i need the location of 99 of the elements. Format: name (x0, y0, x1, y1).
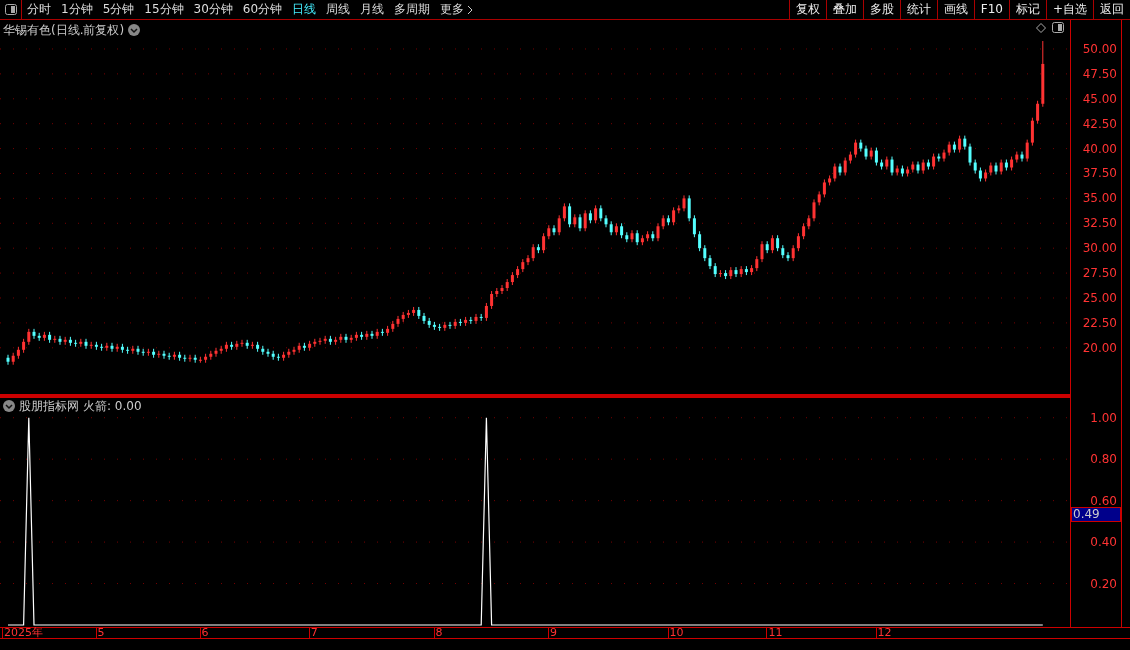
period-tab[interactable]: 60分钟 (237, 0, 288, 19)
candlestick (318, 337, 322, 346)
panel-toggle-icon[interactable] (4, 4, 17, 15)
chevron-down-icon[interactable] (128, 24, 141, 36)
period-tab[interactable]: 周线 (321, 0, 356, 19)
date-label: 11 (766, 627, 783, 639)
candlestick (240, 339, 244, 348)
indicator-axis-label: 0.40 (1090, 535, 1117, 550)
candlestick (84, 338, 88, 350)
candlestick (448, 321, 452, 330)
price-label: 42.50 (1082, 116, 1117, 131)
toolbar-button[interactable]: 返回 (1093, 0, 1130, 19)
toolbar-button[interactable]: 叠加 (825, 0, 863, 19)
candlestick (370, 330, 374, 340)
candlestick (968, 143, 972, 167)
candlestick (266, 348, 270, 358)
period-tab[interactable]: 分时 (22, 0, 56, 19)
price-label: 22.50 (1082, 315, 1117, 330)
indicator-axis-label: 0.60 (1090, 493, 1117, 508)
diamond-icon[interactable] (1036, 22, 1046, 33)
date-label: 8 (433, 627, 443, 639)
chevron-down-icon[interactable] (3, 400, 15, 412)
candlestick (698, 230, 702, 252)
candlestick (32, 328, 36, 340)
candlestick (542, 232, 546, 254)
candlestick (344, 333, 348, 344)
cursor-value: 0.49 (1071, 507, 1121, 522)
price-label: 25.00 (1082, 291, 1117, 305)
period-tab[interactable]: 15分钟 (139, 0, 189, 19)
candlestick (692, 214, 696, 238)
indicator-value: 火箭: 0.00 (83, 398, 142, 415)
price-label: 50.00 (1082, 41, 1117, 56)
candlestick (526, 254, 530, 266)
candlestick (58, 335, 62, 346)
period-tab[interactable]: 30分钟 (188, 0, 238, 19)
period-tab[interactable]: 多周期 (389, 0, 436, 19)
period-tab[interactable]: 日线 (287, 0, 322, 19)
period-tab[interactable]: 1分钟 (56, 0, 98, 19)
candlestick (422, 312, 426, 325)
toolbar-button[interactable]: 标记 (1008, 0, 1046, 19)
more-menu[interactable]: 更多 (435, 0, 479, 19)
date-label: 12 (875, 627, 892, 639)
toolbar-button[interactable]: F10 (973, 0, 1009, 19)
price-label: 20.00 (1082, 340, 1117, 355)
chevron-right-icon (467, 4, 474, 15)
indicator-axis-label: 0.20 (1090, 576, 1117, 591)
candlestick (1025, 139, 1029, 163)
candlestick (188, 354, 192, 363)
indicator-axis-label: 0.80 (1090, 452, 1117, 467)
candlestick (786, 251, 790, 262)
candlestick (474, 313, 478, 325)
toolbar-button[interactable]: 多股 (862, 0, 900, 19)
candlestick (630, 229, 634, 243)
price-label: 35.00 (1082, 191, 1117, 206)
candlestick (942, 149, 946, 163)
candlestick (760, 240, 764, 263)
candlestick (6, 354, 10, 366)
candlestick (890, 156, 894, 176)
candlestick (583, 209, 587, 232)
period-tab[interactable]: 5分钟 (97, 0, 140, 19)
toolbar-button[interactable]: 复权 (788, 0, 826, 19)
price-label: 47.50 (1082, 66, 1117, 81)
candlestick (162, 350, 166, 360)
indicator-name: 股朋指标网 (19, 398, 79, 415)
candlestick (604, 214, 608, 228)
date-label: 2025年 (2, 627, 43, 639)
candlestick (568, 202, 572, 228)
toolbar-button[interactable]: 统计 (899, 0, 937, 19)
price-label: 45.00 (1082, 91, 1117, 106)
price-label: 32.50 (1082, 216, 1117, 231)
chart-title: 华锡有色(日线.前复权) (3, 22, 125, 39)
price-label: 37.50 (1082, 166, 1117, 181)
price-label: 27.50 (1082, 266, 1117, 281)
candlestick (552, 224, 556, 236)
candlestick (1030, 117, 1034, 147)
candlestick (214, 347, 218, 358)
date-label: 7 (308, 627, 318, 639)
date-label: 5 (95, 627, 105, 639)
period-tab[interactable]: 月线 (355, 0, 390, 19)
toolbar-button[interactable]: 画线 (936, 0, 974, 19)
toolbar-button[interactable]: +自选 (1045, 0, 1093, 19)
date-label: 6 (199, 627, 209, 639)
candlestick (500, 284, 504, 295)
date-label: 10 (667, 627, 684, 639)
candlestick (1036, 100, 1040, 125)
candlestick (734, 266, 738, 278)
candlestick (136, 345, 140, 356)
candlestick (1020, 151, 1024, 163)
price-label: 30.00 (1082, 241, 1117, 256)
panel-toggle-icon[interactable] (1052, 22, 1064, 33)
candlestick (812, 198, 816, 222)
candlestick (110, 342, 114, 353)
indicator-axis-label: 1.00 (1090, 410, 1117, 425)
candlestick (687, 194, 691, 222)
candlestick (557, 214, 561, 236)
price-label: 40.00 (1082, 141, 1117, 156)
candlestick (396, 315, 400, 328)
date-label: 9 (548, 627, 557, 639)
candlestick (292, 346, 296, 356)
